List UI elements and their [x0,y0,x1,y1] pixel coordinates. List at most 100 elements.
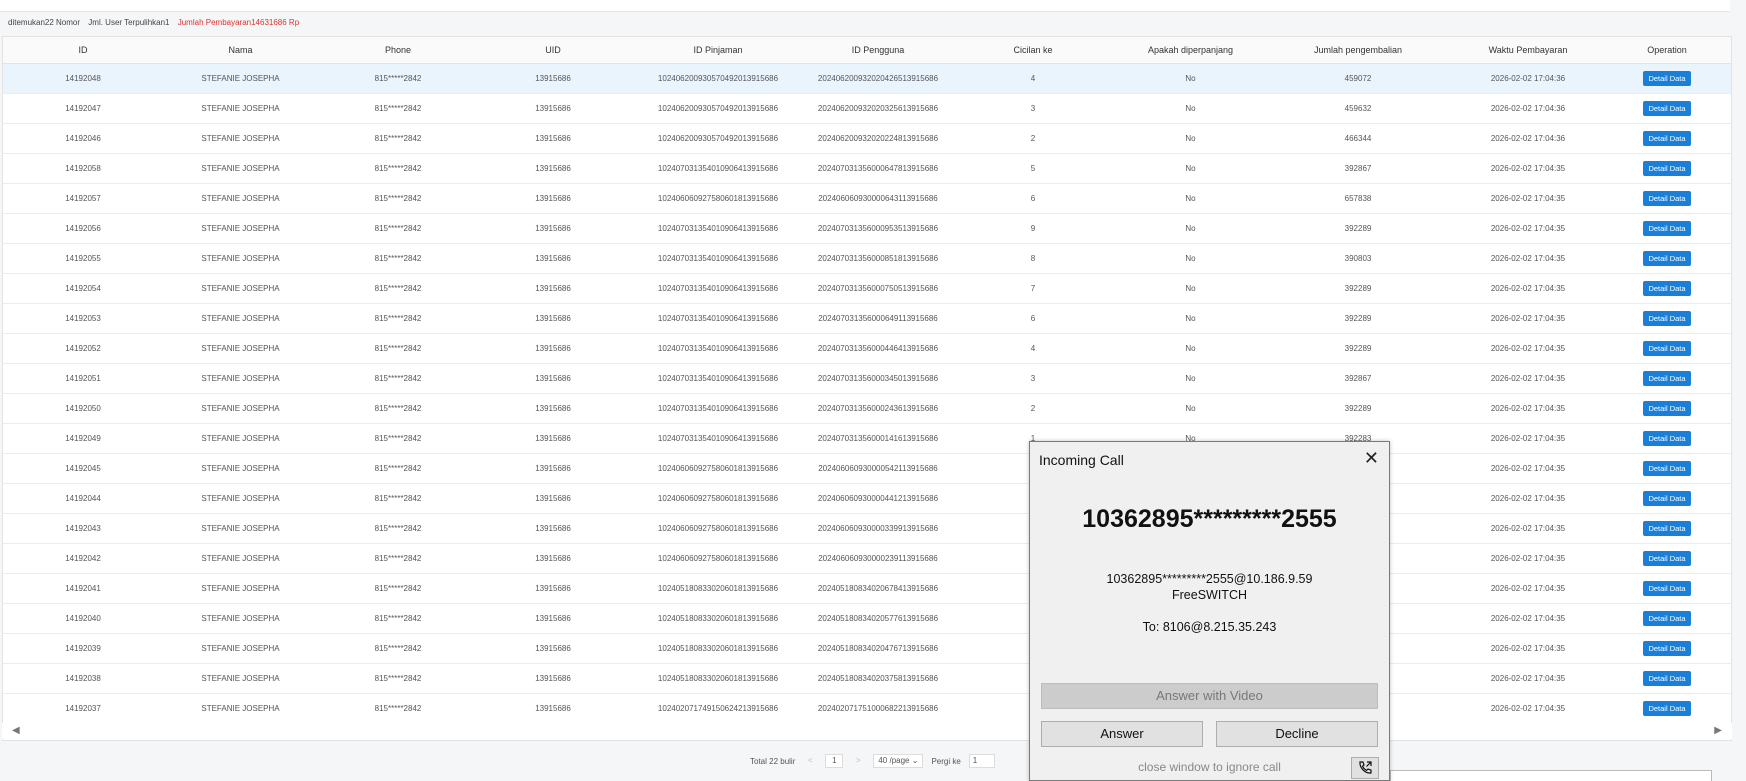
table-row[interactable]: 14192055 STEFANIE JOSEPHA 815*****2842 1391… [3,243,1731,274]
detail-data-button[interactable]: Detail Data [1643,550,1691,566]
detail-data-button[interactable]: Detail Data [1643,70,1691,86]
detail-data-button[interactable]: Detail Data [1643,280,1691,296]
detail-data-button[interactable]: Detail Data [1643,190,1691,206]
table-cell: 14192051 [3,363,163,394]
detail-data-button[interactable]: Detail Data [1643,580,1691,596]
goto-page-input[interactable]: 1 [968,754,995,768]
column-header: ID Pengguna [808,37,948,64]
table-cell: 13915686 [478,333,628,364]
close-icon[interactable]: ✕ [1364,448,1379,469]
table-row[interactable]: 14192047 STEFANIE JOSEPHA 815*****2842 1391… [3,93,1731,124]
table-cell: STEFANIE JOSEPHA [163,633,318,664]
table-row[interactable]: 14192045 STEFANIE JOSEPHA 815*****2842 1391… [3,453,1731,484]
table-cell: 13915686 [478,243,628,274]
decline-button[interactable]: Decline [1216,721,1378,747]
table-row[interactable]: 14192040 STEFANIE JOSEPHA 815*****2842 1391… [3,603,1731,634]
detail-data-button[interactable]: Detail Data [1643,490,1691,506]
table-row[interactable]: 14192038 STEFANIE JOSEPHA 815*****2842 1391… [3,663,1731,694]
table-cell: 7 [948,273,1118,304]
column-header: Nama [163,37,318,64]
detail-data-button[interactable]: Detail Data [1643,370,1691,386]
detail-data-button[interactable]: Detail Data [1643,130,1691,146]
table-row[interactable]: 14192049 STEFANIE JOSEPHA 815*****2842 1391… [3,423,1731,454]
table-cell: 14192054 [3,273,163,304]
table-cell: 815*****2842 [318,63,478,94]
table-row[interactable]: 14192056 STEFANIE JOSEPHA 815*****2842 1391… [3,213,1731,244]
detail-data-button[interactable]: Detail Data [1643,640,1691,656]
call-transfer-button[interactable] [1351,757,1379,779]
table-cell: 14192052 [3,333,163,364]
next-page-button[interactable]: > [851,754,865,768]
table-cell: STEFANIE JOSEPHA [163,423,318,454]
detail-data-button[interactable]: Detail Data [1643,310,1691,326]
table-row[interactable]: 14192051 STEFANIE JOSEPHA 815*****2842 1391… [3,363,1731,394]
prev-page-button[interactable]: < [803,754,817,768]
table-cell: 202405180834020476713915686 [808,633,948,664]
table-cell: 14192037 [3,693,163,724]
table-row[interactable]: 14192046 STEFANIE JOSEPHA 815*****2842 1391… [3,123,1731,154]
table-row[interactable]: 14192050 STEFANIE JOSEPHA 815*****2842 1391… [3,393,1731,424]
table-cell: STEFANIE JOSEPHA [163,573,318,604]
answer-button[interactable]: Answer [1041,721,1203,747]
table-cell: 102407031354010906413915686 [628,303,808,334]
page-number-button[interactable]: 1 [825,754,844,768]
table-row[interactable]: 14192058 STEFANIE JOSEPHA 815*****2842 1391… [3,153,1731,184]
table-row[interactable]: 14192044 STEFANIE JOSEPHA 815*****2842 1391… [3,483,1731,514]
detail-data-button[interactable]: Detail Data [1643,250,1691,266]
detail-data-button[interactable]: Detail Data [1643,670,1691,686]
answer-with-video-button[interactable]: Answer with Video [1041,683,1378,709]
table-cell: 13915686 [478,663,628,694]
horizontal-scrollbar[interactable]: ◀ ▶ [2,723,1732,739]
table-cell: 2026-02-02 17:04:35 [1453,363,1603,394]
table-row[interactable]: 14192054 STEFANIE JOSEPHA 815*****2842 1391… [3,273,1731,304]
scroll-right-icon[interactable]: ▶ [1714,725,1722,736]
detail-data-button[interactable]: Detail Data [1643,430,1691,446]
table-cell: 202407031356000647813915686 [808,153,948,184]
table-cell: STEFANIE JOSEPHA [163,453,318,484]
table-row[interactable]: 14192052 STEFANIE JOSEPHA 815*****2842 1391… [3,333,1731,364]
table-cell: No [1118,93,1263,124]
table-cell-operation: Detail Data [1603,633,1731,664]
detail-data-button[interactable]: Detail Data [1643,460,1691,476]
table-cell-operation: Detail Data [1603,663,1731,694]
column-header: Phone [318,37,478,64]
column-header: UID [478,37,628,64]
table-row[interactable]: 14192053 STEFANIE JOSEPHA 815*****2842 1391… [3,303,1731,334]
detail-data-button[interactable]: Detail Data [1643,160,1691,176]
table-cell: 815*****2842 [318,453,478,484]
table-row[interactable]: 14192037 STEFANIE JOSEPHA 815*****2842 1391… [3,693,1731,724]
table-cell: 392289 [1263,333,1453,364]
detail-data-button[interactable]: Detail Data [1643,100,1691,116]
table-cell: 390803 [1263,243,1453,274]
table-row[interactable]: 14192039 STEFANIE JOSEPHA 815*****2842 1391… [3,633,1731,664]
detail-data-button[interactable]: Detail Data [1643,700,1691,716]
table-cell: 202407031356000141613915686 [808,423,948,454]
table-row[interactable]: 14192048 STEFANIE JOSEPHA 815*****2842 1391… [3,63,1731,94]
table-cell: 13915686 [478,93,628,124]
top-toolbar-strip [0,0,1730,12]
table-row[interactable]: 14192057 STEFANIE JOSEPHA 815*****2842 1391… [3,183,1731,214]
table-cell: 2026-02-02 17:04:35 [1453,693,1603,724]
table-cell: 202405180834020678413915686 [808,573,948,604]
detail-data-button[interactable]: Detail Data [1643,220,1691,236]
detail-data-button[interactable]: Detail Data [1643,520,1691,536]
detail-data-button[interactable]: Detail Data [1643,610,1691,626]
detail-data-button[interactable]: Detail Data [1643,400,1691,416]
table-cell-operation: Detail Data [1603,603,1731,634]
table-row[interactable]: 14192043 STEFANIE JOSEPHA 815*****2842 1391… [3,513,1731,544]
table-cell: 2026-02-02 17:04:35 [1453,483,1603,514]
table-row[interactable]: 14192042 STEFANIE JOSEPHA 815*****2842 1391… [3,543,1731,574]
detail-data-button[interactable]: Detail Data [1643,340,1691,356]
table-cell: STEFANIE JOSEPHA [163,183,318,214]
table-cell: 459072 [1263,63,1453,94]
table-row[interactable]: 14192041 STEFANIE JOSEPHA 815*****2842 1391… [3,573,1731,604]
table-cell: 102402071749150624213915686 [628,693,808,724]
scroll-left-icon[interactable]: ◀ [12,725,20,736]
table-cell-operation: Detail Data [1603,543,1731,574]
table-cell: STEFANIE JOSEPHA [163,333,318,364]
table-cell: 202407031356000243613915686 [808,393,948,424]
table-cell: No [1118,153,1263,184]
table-cell: 102407031354010906413915686 [628,423,808,454]
table-cell: 13915686 [478,513,628,544]
page-size-select[interactable]: 40 /page ⌄ [873,754,924,768]
